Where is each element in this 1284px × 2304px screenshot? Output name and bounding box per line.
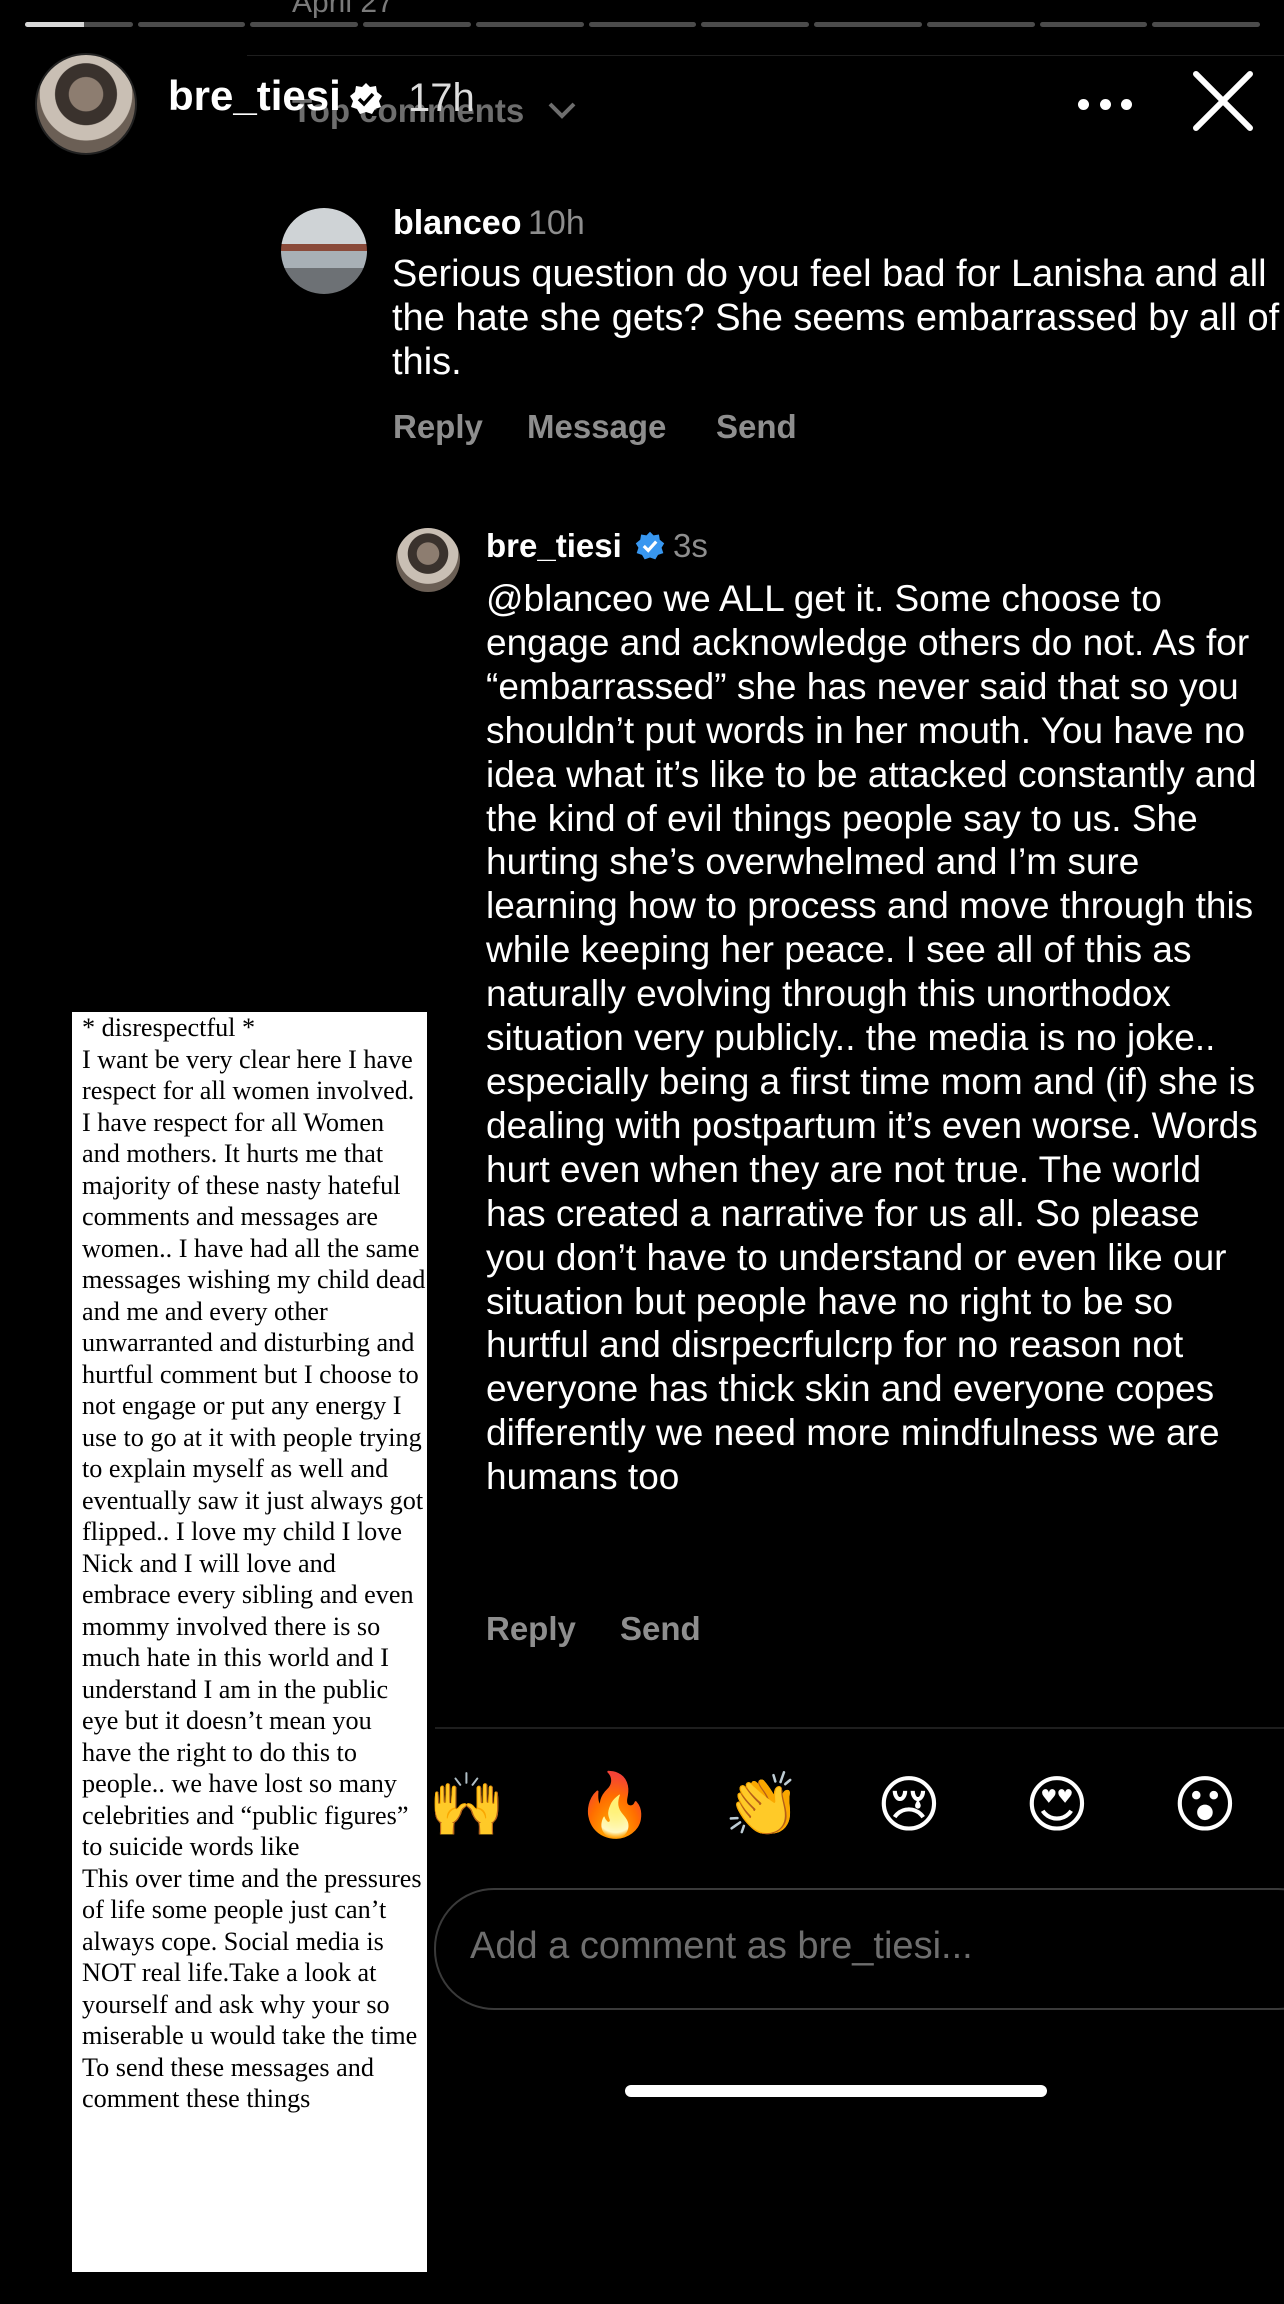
surprised-emoji-button[interactable]: 😮 (1166, 1766, 1244, 1844)
divider (435, 1727, 1284, 1729)
story-progress-bar (25, 22, 1261, 30)
background-date: April 27 (292, 0, 394, 19)
progress-segment (475, 22, 584, 27)
close-icon[interactable] (1190, 68, 1256, 134)
crying-emoji-button[interactable]: 😢 (870, 1766, 948, 1844)
story-time: 17h (408, 76, 475, 120)
send-button[interactable]: Send (716, 408, 797, 446)
heart-eyes-emoji-button[interactable]: 😍 (1018, 1766, 1096, 1844)
progress-segment (137, 22, 246, 27)
progress-segment (588, 22, 697, 27)
comment-text: Serious question do you feel bad for Lan… (392, 253, 1280, 383)
progress-segment (926, 22, 1035, 27)
progress-segment (25, 22, 133, 27)
progress-segment (1039, 22, 1148, 27)
notes-screenshot-text: * disrespectful * I want be very clear h… (72, 1012, 427, 2272)
reply-username[interactable]: bre_tiesi (486, 527, 622, 565)
reply-time: 3s (673, 527, 708, 564)
raising-hands-emoji-button[interactable]: 🙌 (428, 1766, 506, 1844)
comment-time: 10h (528, 204, 585, 242)
story-avatar[interactable] (35, 53, 137, 155)
reply-avatar[interactable] (396, 528, 460, 592)
progress-segment (1152, 22, 1261, 27)
background-divider (247, 55, 1284, 56)
message-button[interactable]: Message (527, 408, 666, 446)
comment-input-placeholder: Add a comment as bre_tiesi... (470, 1925, 973, 1967)
progress-segment (363, 22, 471, 27)
progress-segment (814, 22, 922, 27)
reply-button[interactable]: Reply (486, 1610, 576, 1648)
more-options-icon[interactable] (1078, 96, 1132, 112)
commenter-avatar[interactable] (281, 208, 367, 294)
reply-button[interactable]: Reply (393, 408, 483, 446)
fire-emoji-button[interactable]: 🔥 (576, 1766, 654, 1844)
clapping-emoji-button[interactable]: 👏 (724, 1766, 802, 1844)
chevron-down-icon (548, 102, 576, 119)
send-button[interactable]: Send (620, 1610, 701, 1648)
story-username[interactable]: bre_tiesi (168, 72, 341, 120)
verified-badge-icon (635, 531, 665, 560)
progress-segment (701, 22, 810, 27)
home-indicator (625, 2085, 1047, 2097)
commenter-username[interactable]: blanceo (393, 204, 521, 243)
reply-text: @blanceo we ALL get it. Some choose to e… (486, 578, 1258, 1498)
progress-segment (250, 22, 359, 27)
verified-badge-icon (350, 83, 382, 114)
